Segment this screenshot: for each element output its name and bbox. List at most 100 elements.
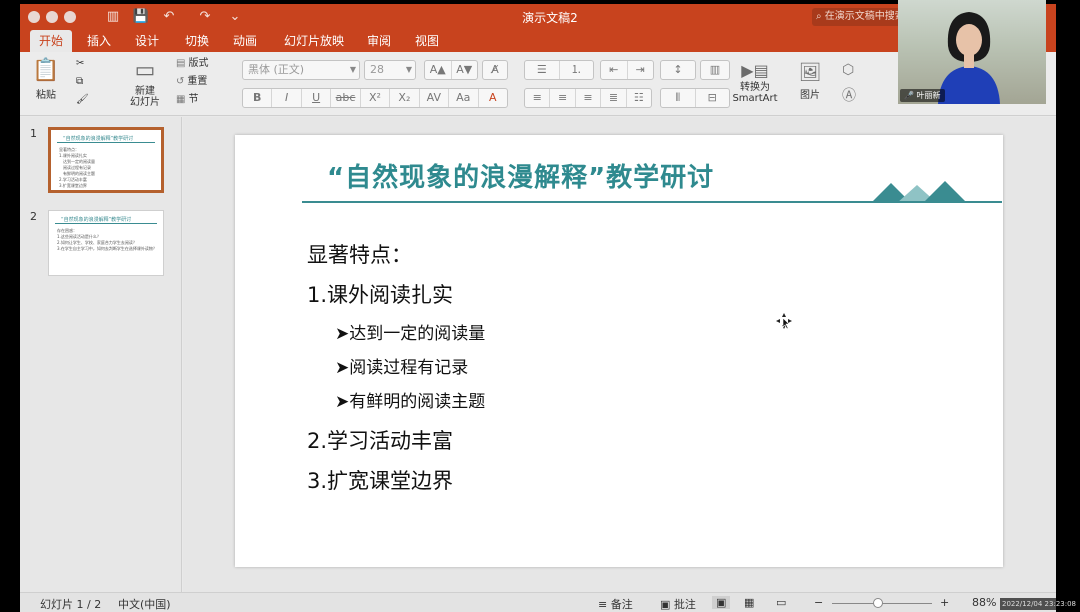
convert-smartart-button[interactable]: ▶▤ 转换为 SmartArt: [730, 60, 780, 104]
slide-title[interactable]: “自然现象的浪漫解释”教学研讨: [327, 157, 714, 194]
zoom-slider-handle[interactable]: [873, 598, 883, 608]
slide-item[interactable]: 2.学习活动丰富: [307, 425, 453, 455]
tab-view[interactable]: 视图: [408, 30, 446, 52]
status-bar: 幻灯片 1 / 2 中文(中国) ≡ 备注 ▣ 批注 ▣ ▦ ▭ − + 88%: [20, 592, 1056, 612]
zoom-in-icon[interactable]: +: [940, 596, 949, 609]
numbering-icon[interactable]: ⒈: [560, 61, 594, 79]
reset-button[interactable]: ↺ 重置: [176, 74, 207, 90]
convert-smartart-label: 转换为 SmartArt: [732, 82, 778, 104]
tab-transitions[interactable]: 切换: [178, 30, 216, 52]
notes-icon: ≡: [598, 598, 611, 611]
undo-icon[interactable]: ↶: [160, 8, 178, 26]
picture-button[interactable]: 🖼 图片: [790, 60, 830, 101]
clear-format-icon[interactable]: A̸: [483, 61, 507, 79]
close-window-button[interactable]: [28, 11, 40, 23]
tab-insert[interactable]: 插入: [80, 30, 118, 52]
shrink-font-icon[interactable]: A▼: [452, 61, 478, 79]
bullets-group: ☰ ⒈: [524, 60, 594, 80]
clear-format-group: A̸: [482, 60, 508, 80]
notes-button[interactable]: ≡ 备注: [598, 596, 633, 612]
slide-sorter-icon[interactable]: ▦: [744, 596, 754, 609]
decrease-indent-icon[interactable]: ⇤: [601, 61, 628, 79]
italic-icon[interactable]: I: [272, 89, 302, 107]
language-indicator[interactable]: 中文(中国): [118, 596, 171, 612]
reading-view-icon[interactable]: ▭: [776, 596, 786, 609]
sidebar-toggle-icon[interactable]: ▥: [104, 8, 122, 26]
paste-button[interactable]: 📋 粘贴: [26, 56, 66, 101]
microphone-icon: 🎤: [904, 91, 917, 100]
zoom-level[interactable]: 88%: [972, 596, 996, 609]
slide-item[interactable]: 3.扩宽课堂边界: [307, 465, 453, 495]
align-right-icon[interactable]: ≡: [576, 89, 602, 107]
slide-subitem[interactable]: ➤达到一定的阅读量: [335, 319, 485, 344]
maximize-window-button[interactable]: [64, 11, 76, 23]
copy-icon[interactable]: ⧉: [76, 74, 83, 90]
save-icon[interactable]: 💾: [132, 8, 150, 26]
clipboard-icon: 📋: [32, 58, 60, 83]
chevron-down-icon: ▼: [349, 65, 356, 74]
section-button[interactable]: ▦ 节: [176, 92, 198, 108]
tab-slideshow[interactable]: 幻灯片放映: [274, 30, 354, 52]
section-icon: ▦: [176, 94, 186, 105]
tab-design[interactable]: 设计: [128, 30, 166, 52]
thumbnail-rule: [55, 223, 157, 224]
char-spacing-icon[interactable]: AV: [420, 89, 450, 107]
section-label: 节: [188, 94, 199, 105]
underline-icon[interactable]: U: [302, 89, 332, 107]
notes-label: 备注: [610, 598, 633, 611]
text-direction-icon[interactable]: ⫴: [661, 89, 696, 107]
font-style-group: B I U abc X² X₂ AV Aa A: [242, 88, 508, 108]
align-center-icon[interactable]: ≡: [550, 89, 576, 107]
textbox-icon[interactable]: Ⓐ: [842, 88, 856, 104]
slide-heading[interactable]: 显著特点：: [307, 239, 412, 269]
new-slide-button[interactable]: ▭ 新建 幻灯片: [122, 56, 168, 108]
subscript-icon[interactable]: X₂: [390, 89, 420, 107]
format-painter-icon[interactable]: 🖌: [76, 92, 89, 108]
slide-canvas[interactable]: “自然现象的浪漫解释”教学研讨 显著特点： 1.课外阅读扎实 ➤达到一定的阅读量…: [235, 135, 1003, 567]
line-spacing-icon[interactable]: ↕: [661, 61, 695, 79]
tab-home[interactable]: 开始: [30, 30, 72, 52]
thumbnail-number: 2: [30, 210, 37, 223]
comments-button[interactable]: ▣ 批注: [660, 596, 696, 612]
bold-icon[interactable]: B: [243, 89, 273, 107]
layout-button[interactable]: ▤ 版式: [176, 56, 208, 72]
new-slide-icon: ▭: [134, 58, 156, 83]
slide-item[interactable]: 1.课外阅读扎实: [307, 279, 453, 309]
video-participant-tile[interactable]: 🎤 叶丽新: [898, 0, 1046, 104]
increase-indent-icon[interactable]: ⇥: [628, 61, 654, 79]
distributed-icon[interactable]: ☷: [627, 89, 651, 107]
tab-review[interactable]: 审阅: [360, 30, 398, 52]
slide-thumbnail-2[interactable]: “自然现象的浪漫解释”教学研讨 存在困惑： 1.这些阅读活动是什么？ 2.如何让…: [48, 210, 164, 276]
strikethrough-icon[interactable]: abc: [331, 89, 361, 107]
bullets-icon[interactable]: ☰: [525, 61, 560, 79]
layout-label: 版式: [188, 58, 209, 69]
align-left-icon[interactable]: ≡: [525, 89, 551, 107]
thumbnail-title: “自然现象的浪漫解释”教学研讨: [63, 136, 134, 142]
align-text-icon[interactable]: ⊟: [696, 89, 730, 107]
redo-icon[interactable]: ↷: [196, 8, 214, 26]
minimize-window-button[interactable]: [46, 11, 58, 23]
change-case-icon[interactable]: Aa: [449, 89, 479, 107]
smartart-icon: ▶▤: [741, 61, 769, 80]
slide-subitem[interactable]: ➤有鲜明的阅读主题: [335, 387, 485, 412]
slide-subitem[interactable]: ➤阅读过程有记录: [335, 353, 468, 378]
font-color-icon[interactable]: A: [479, 89, 507, 107]
normal-view-icon[interactable]: ▣: [712, 596, 731, 609]
grow-font-icon[interactable]: A▲: [425, 61, 452, 79]
paste-label: 粘贴: [36, 90, 56, 101]
customize-toolbar-icon[interactable]: ⌄: [226, 8, 244, 26]
shapes-icon[interactable]: ⬡: [842, 62, 854, 78]
superscript-icon[interactable]: X²: [361, 89, 391, 107]
search-input[interactable]: ⌕ 在演示文稿中搜索: [812, 8, 912, 26]
font-name-select[interactable]: 黑体 (正文) ▼: [242, 60, 360, 80]
cut-icon[interactable]: ✂: [76, 56, 84, 72]
columns-icon[interactable]: ▥: [701, 61, 729, 79]
tab-animations[interactable]: 动画: [226, 30, 264, 52]
zoom-out-icon[interactable]: −: [814, 596, 823, 609]
slide-thumbnail-1[interactable]: “自然现象的浪漫解释”教学研讨 显著特点： 1.课外阅读扎实 达到一定的阅读量 …: [48, 127, 164, 193]
font-grow-shrink-group: A▲ A▼: [424, 60, 478, 80]
recording-timestamp: 2022/12/04 23:23:08: [1000, 598, 1078, 610]
font-size-select[interactable]: 28 ▼: [364, 60, 416, 80]
slide-editor: “自然现象的浪漫解释”教学研讨 显著特点： 1.课外阅读扎实 ➤达到一定的阅读量…: [183, 117, 1056, 592]
justify-icon[interactable]: ≣: [601, 89, 627, 107]
